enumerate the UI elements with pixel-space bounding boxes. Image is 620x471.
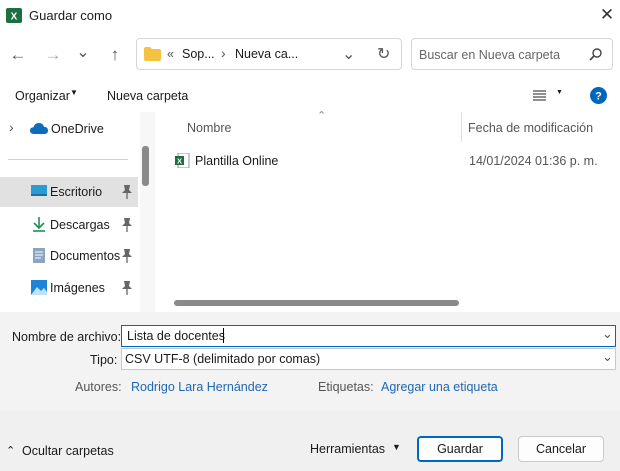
column-header-name[interactable]: Nombre xyxy=(187,121,231,135)
filename-label: Nombre de archivo: xyxy=(12,330,122,344)
view-list-icon[interactable] xyxy=(533,90,546,101)
breadcrumb-separator-icon: › xyxy=(221,45,226,61)
search-input[interactable]: Buscar en Nueva carpeta xyxy=(411,38,613,70)
scrollbar-thumb[interactable] xyxy=(142,146,149,186)
tags-label: Etiquetas: xyxy=(318,380,374,394)
scrollbar-thumb[interactable] xyxy=(174,300,459,306)
documents-icon xyxy=(33,248,45,263)
pin-icon[interactable] xyxy=(121,281,133,295)
breadcrumb-item[interactable]: Nueva ca... xyxy=(235,47,298,61)
sort-ascending-icon: ⌃ xyxy=(317,110,327,122)
pin-icon[interactable] xyxy=(121,218,133,232)
close-button[interactable]: ✕ xyxy=(596,4,618,26)
sidebar-item-escritorio[interactable]: Escritorio xyxy=(0,177,138,207)
excel-file-icon: X xyxy=(175,153,190,168)
navigation-pane[interactable]: › OneDrive Escritorio Descargas Document… xyxy=(0,112,155,312)
horizontal-scrollbar[interactable] xyxy=(155,296,620,310)
file-list[interactable]: ⌃ Nombre Fecha de modificación X Plantil… xyxy=(155,110,620,312)
up-button[interactable]: ↑ xyxy=(104,44,126,66)
cancel-button[interactable]: Cancelar xyxy=(518,436,604,462)
authors-label: Autores: xyxy=(75,380,122,394)
hide-folders-button[interactable]: Ocultar carpetas xyxy=(22,444,114,458)
command-bar: Organizar ▼ Nueva carpeta ▼ ? xyxy=(0,80,620,112)
sidebar-scrollbar[interactable] xyxy=(140,112,155,312)
pin-icon[interactable] xyxy=(121,249,133,263)
forward-button[interactable]: → xyxy=(42,44,64,66)
sidebar-item-label: Imágenes xyxy=(50,281,105,295)
recent-locations-button[interactable]: ⌄ xyxy=(72,42,94,64)
footer-bar: ⌃ Ocultar carpetas Herramientas ▼ Guarda… xyxy=(0,411,620,471)
chevron-down-icon[interactable]: ⌄ xyxy=(602,349,613,365)
column-divider[interactable] xyxy=(461,112,462,142)
search-icon[interactable] xyxy=(589,48,602,61)
sidebar-item-label: Descargas xyxy=(50,218,110,232)
authors-value[interactable]: Rodrigo Lara Hernández xyxy=(131,380,268,394)
svg-text:?: ? xyxy=(595,91,602,103)
sidebar-item-documentos[interactable]: Documentos xyxy=(0,241,138,271)
file-name: Plantilla Online xyxy=(195,154,279,168)
excel-icon: X xyxy=(6,8,22,23)
search-placeholder: Buscar en Nueva carpeta xyxy=(419,48,561,62)
save-options-panel: Nombre de archivo: Lista de docentes ⌄ T… xyxy=(0,312,620,471)
sidebar-item-onedrive[interactable]: OneDrive xyxy=(0,114,138,144)
text-cursor xyxy=(223,328,224,343)
file-type-select[interactable]: CSV UTF-8 (delimitado por comas) ⌄ xyxy=(121,348,616,370)
column-header-modified[interactable]: Fecha de modificación xyxy=(468,121,593,135)
file-type-value: CSV UTF-8 (delimitado por comas) xyxy=(125,352,321,366)
desktop-icon xyxy=(31,185,47,196)
type-label: Tipo: xyxy=(90,353,118,367)
divider xyxy=(8,159,128,160)
file-modified: 14/01/2024 01:36 p. m. xyxy=(469,154,598,168)
window-title: Guardar como xyxy=(29,8,113,23)
save-button[interactable]: Guardar xyxy=(417,436,503,462)
filename-input[interactable]: Lista de docentes ⌄ xyxy=(121,325,616,347)
sidebar-item-descargas[interactable]: Descargas xyxy=(0,210,138,240)
sidebar-item-label: Escritorio xyxy=(50,185,103,199)
organize-button[interactable]: Organizar xyxy=(15,89,70,103)
add-tag-link[interactable]: Agregar una etiqueta xyxy=(381,380,498,394)
tools-button[interactable]: Herramientas xyxy=(310,442,385,456)
sidebar-item-label: OneDrive xyxy=(51,122,104,136)
file-row[interactable]: X Plantilla Online 14/01/2024 01:36 p. m… xyxy=(155,150,620,174)
chevron-down-icon[interactable]: ⌄ xyxy=(602,326,613,342)
title-bar: X Guardar como ✕ xyxy=(0,0,620,32)
chevron-down-icon[interactable]: ⌄ xyxy=(342,44,355,64)
svg-text:X: X xyxy=(177,157,182,166)
help-icon[interactable]: ? xyxy=(590,87,607,104)
filename-value: Lista de docentes xyxy=(127,329,225,343)
caret-down-icon[interactable]: ▼ xyxy=(392,442,401,452)
chevron-up-icon[interactable]: ⌃ xyxy=(6,444,15,457)
images-icon xyxy=(31,280,47,295)
cloud-icon xyxy=(30,123,48,134)
refresh-icon[interactable]: ↻ xyxy=(377,44,390,64)
download-icon xyxy=(33,217,45,232)
new-folder-button[interactable]: Nueva carpeta xyxy=(107,89,188,103)
breadcrumb-overflow[interactable]: « xyxy=(167,47,174,61)
view-options-caret-icon[interactable]: ▼ xyxy=(556,89,563,96)
sidebar-item-label: Documentos xyxy=(50,249,121,263)
caret-down-icon: ▼ xyxy=(70,88,78,97)
pin-icon[interactable] xyxy=(121,185,133,199)
sidebar-item-imagenes[interactable]: Imágenes xyxy=(0,273,138,303)
svg-text:X: X xyxy=(11,12,18,23)
folder-icon xyxy=(144,47,161,61)
address-bar[interactable]: « Sop... › Nueva ca... ⌄ ↻ xyxy=(136,38,402,70)
back-button[interactable]: ← xyxy=(7,44,29,66)
breadcrumb-item[interactable]: Sop... xyxy=(182,47,215,61)
